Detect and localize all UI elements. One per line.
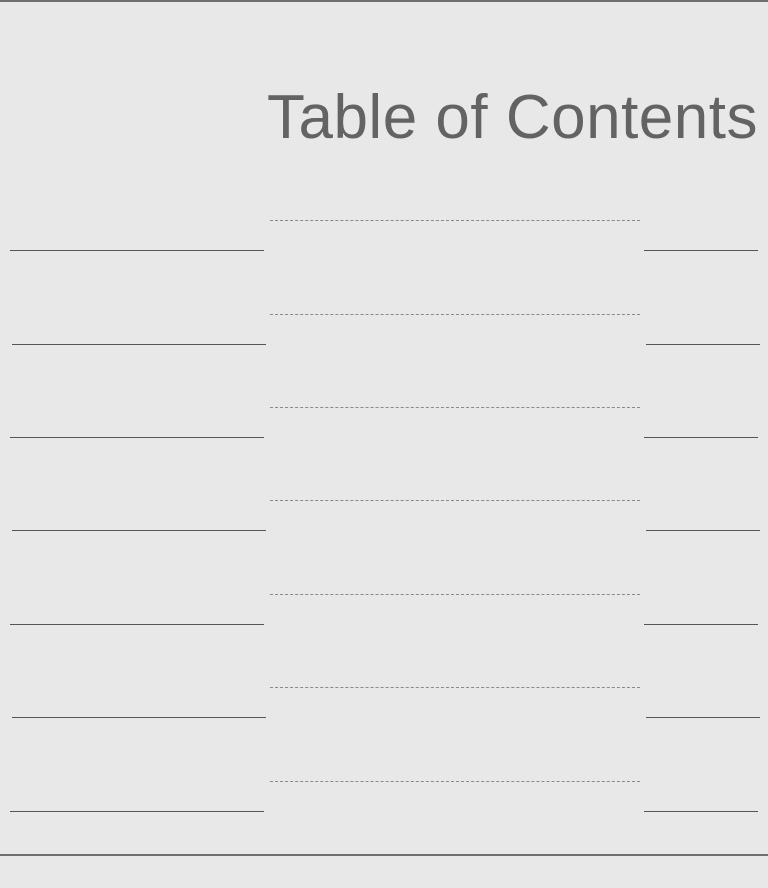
toc-entry-leader [270, 407, 640, 408]
toc-entry[interactable] [0, 220, 768, 260]
bottom-divider [0, 854, 768, 856]
toc-entry-page-field[interactable] [644, 250, 758, 251]
toc-entry-leader [270, 500, 640, 501]
toc-entry[interactable] [0, 781, 768, 821]
toc-entry-page-field[interactable] [644, 811, 758, 812]
toc-entry-page-field[interactable] [644, 437, 758, 438]
toc-entry-title-field[interactable] [10, 437, 264, 438]
toc-entry-title-field[interactable] [12, 530, 266, 531]
toc-entry-title-field[interactable] [10, 624, 264, 625]
toc-entry-page-field[interactable] [644, 624, 758, 625]
toc-entry[interactable] [0, 687, 768, 727]
toc-entry-title-field[interactable] [10, 250, 264, 251]
toc-entry-title-field[interactable] [10, 811, 264, 812]
toc-entry[interactable] [0, 407, 768, 447]
toc-entry-leader [270, 781, 640, 782]
toc-entry-page-field[interactable] [646, 344, 760, 345]
toc-entry-leader [270, 687, 640, 688]
toc-entry-leader [270, 314, 640, 315]
toc-entry-page-field[interactable] [646, 717, 760, 718]
toc-entry-leader [270, 594, 640, 595]
toc-entry-page-field[interactable] [646, 530, 760, 531]
toc-entry[interactable] [0, 594, 768, 634]
toc-entry[interactable] [0, 314, 768, 354]
toc-list [0, 0, 768, 888]
toc-entry-title-field[interactable] [12, 717, 266, 718]
toc-entry-leader [270, 220, 640, 221]
toc-entry[interactable] [0, 500, 768, 540]
toc-entry-title-field[interactable] [12, 344, 266, 345]
